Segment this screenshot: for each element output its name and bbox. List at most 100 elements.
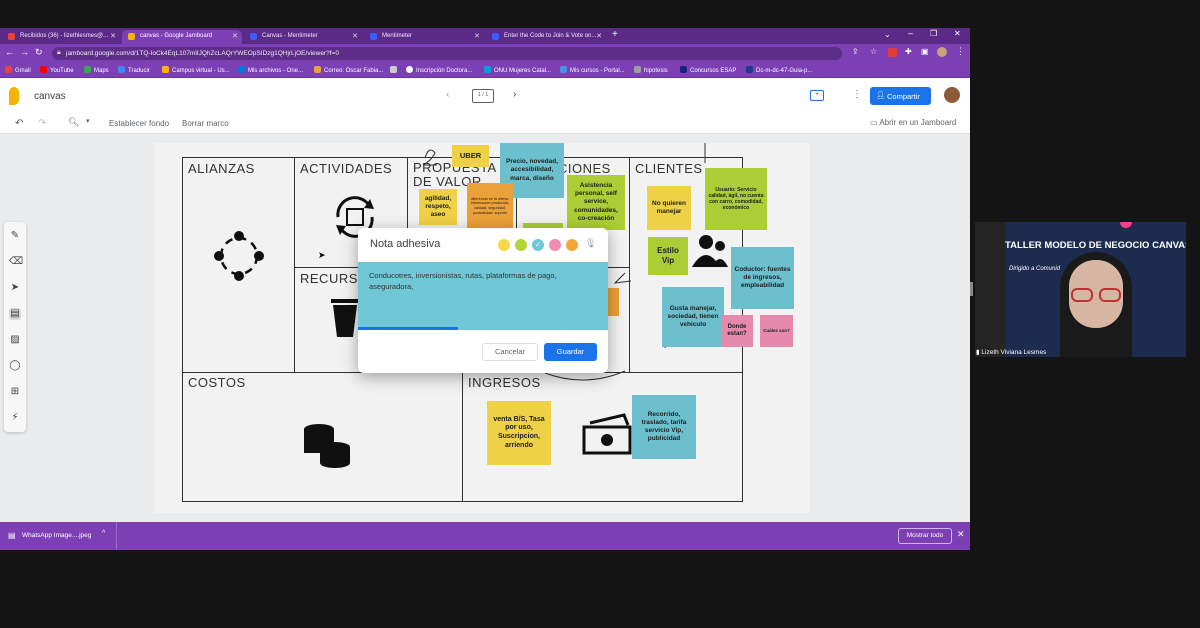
tab-gmail[interactable]: Recibidos (36) - lizethlesmes@... ✕ xyxy=(2,30,120,44)
color-swatch-green[interactable] xyxy=(515,239,527,251)
mouse-cursor-icon: ➤ xyxy=(318,250,326,260)
tab-title: Mentimeter xyxy=(382,33,413,39)
restore-button[interactable]: ❐ xyxy=(930,29,937,38)
close-icon[interactable]: ✕ xyxy=(474,32,480,40)
bookmark-hipotesis[interactable]: hipotesis xyxy=(634,66,668,74)
participant-video[interactable]: TALLER MODELO DE NEGOCIO CANVAS Dirigido… xyxy=(1005,222,1186,357)
back-icon[interactable]: ← xyxy=(5,47,14,57)
mic-off-icon[interactable]: 🎙︎ xyxy=(585,238,596,249)
bookmark-guia[interactable]: Dc-m-dc-47-Guia-p... xyxy=(746,66,812,74)
chevron-up-icon[interactable]: ^ xyxy=(102,530,105,537)
zoom-icon[interactable]: 🔍︎ xyxy=(68,117,79,128)
campus-icon xyxy=(162,66,169,73)
gmail-icon xyxy=(5,66,12,73)
user-avatar[interactable] xyxy=(944,87,960,103)
redo-icon[interactable]: ↷ xyxy=(38,118,46,129)
board-title[interactable]: canvas xyxy=(34,91,66,102)
color-swatch-orange[interactable] xyxy=(566,239,578,251)
mail-icon xyxy=(314,66,321,73)
note-text-area[interactable]: Conducotres, inversionistas, rutas, plat… xyxy=(358,262,608,330)
extensions-puzzle-icon[interactable]: ✚ xyxy=(905,47,912,56)
onedrive-icon xyxy=(238,66,245,73)
minimize-button[interactable]: – xyxy=(908,28,913,38)
url-field[interactable]: 🔒︎ jamboard.google.com/d/1TQ-IoCk4EqL107… xyxy=(52,47,842,60)
clear-frame-button[interactable]: Borrar marco xyxy=(182,119,229,128)
window-close-button[interactable]: ✕ xyxy=(954,29,961,38)
check-icon: ✓ xyxy=(534,240,542,249)
profile-avatar[interactable] xyxy=(937,47,947,57)
video-banner: TALLER MODELO DE NEGOCIO CANVAS xyxy=(1005,240,1186,251)
forward-icon[interactable]: → xyxy=(20,47,29,57)
bookmark-blank[interactable] xyxy=(390,66,400,74)
lock-icon: 🔒︎ xyxy=(57,49,61,56)
bookmark-star-icon[interactable]: ☆ xyxy=(870,47,877,56)
note-text: Conducotres, inversionistas, rutas, plat… xyxy=(369,271,557,292)
cancel-button[interactable]: Cancelar xyxy=(482,343,538,361)
bookmark-label: Mis cursos - Portal... xyxy=(570,68,625,74)
close-icon[interactable]: ✕ xyxy=(110,32,116,40)
tab-jamboard[interactable]: canvas - Google Jamboard ✕ xyxy=(122,30,242,44)
frame-counter[interactable]: 1 / 1 xyxy=(472,89,494,103)
color-swatch-yellow[interactable] xyxy=(498,239,510,251)
bookmark-inscripcion[interactable]: Inscripción Doctora... xyxy=(406,66,472,74)
signal-icon: ▮ xyxy=(976,349,980,356)
zoom-dropdown-icon[interactable]: ▾ xyxy=(86,117,90,125)
bookmark-campus[interactable]: Campus virtual - Us... xyxy=(162,66,230,74)
bookmark-onu[interactable]: ONU Mujeres Catal... xyxy=(484,66,551,74)
resize-handle[interactable] xyxy=(970,282,973,296)
mentimeter-icon xyxy=(250,33,257,40)
undo-icon[interactable]: ↶ xyxy=(15,118,23,129)
reload-icon[interactable]: ↻ xyxy=(35,47,43,58)
more-options-icon[interactable]: ⋮ xyxy=(852,89,862,100)
doc-icon xyxy=(746,66,753,73)
close-downloads-icon[interactable]: ✕ xyxy=(957,529,965,540)
video-subtitle: Dirigido a Comunid xyxy=(1009,266,1061,272)
tab-mentimeter[interactable]: Mentimeter ✕ xyxy=(364,30,484,44)
share-button[interactable]: 👤︎ Compartir xyxy=(870,87,931,105)
bookmark-maps[interactable]: Maps xyxy=(84,66,109,74)
color-swatch-blue[interactable]: ✓ xyxy=(532,239,544,251)
bookmark-label: YouTube xyxy=(50,68,74,74)
jamboard-icon xyxy=(128,33,135,40)
sidepanel-icon[interactable]: ▣ xyxy=(921,47,929,56)
color-swatch-pink[interactable] xyxy=(549,239,561,251)
text-progress-bar xyxy=(358,327,458,330)
bookmark-traducir[interactable]: Traducir xyxy=(118,66,150,74)
show-all-button[interactable]: Mostrar todo xyxy=(898,528,952,544)
next-frame-icon[interactable]: › xyxy=(513,89,516,100)
close-icon[interactable]: ✕ xyxy=(596,32,602,40)
gmail-icon xyxy=(8,33,15,40)
browser-menu-icon[interactable]: ⋮ xyxy=(956,46,965,57)
new-tab-button[interactable]: + xyxy=(612,29,618,40)
app-header: canvas ‹ 1 / 1 › + ⋮ 👤︎ Compartir xyxy=(0,78,970,114)
translate-icon xyxy=(118,66,125,73)
download-item[interactable]: ▤ WhatsApp Image....jpeg ^ xyxy=(0,522,117,550)
bookmark-correo[interactable]: Correo: Oscar Fabia... xyxy=(314,66,383,74)
tab-bar: Recibidos (36) - lizethlesmes@... ✕ canv… xyxy=(0,28,970,44)
open-in-jamboard-button[interactable]: ▭ Abrir en un Jamboard xyxy=(870,118,956,127)
bookmark-onedrive[interactable]: Mis archivos - One... xyxy=(238,66,303,74)
bookmark-mis-cursos[interactable]: Mis cursos - Portal... xyxy=(560,66,625,74)
url-text: jamboard.google.com/d/1TQ-IoCk4EqL107mlI… xyxy=(66,50,339,57)
bookmark-youtube[interactable]: YouTube xyxy=(40,66,74,74)
globe-icon xyxy=(406,66,413,73)
extension-icon[interactable] xyxy=(888,48,897,57)
close-icon[interactable]: ✕ xyxy=(352,32,358,40)
tab-menti-vote[interactable]: Enter the Code to Join & Vote on... ✕ xyxy=(486,30,606,44)
bookmark-gmail[interactable]: Gmail xyxy=(5,66,31,74)
jamboard-logo-icon xyxy=(9,87,19,105)
tab-mentimeter-canvas[interactable]: Canvas - Mentimeter ✕ xyxy=(244,30,362,44)
bookmark-label: Correo: Oscar Fabia... xyxy=(324,68,384,74)
save-button[interactable]: Guardar xyxy=(544,343,597,361)
present-icon[interactable]: + xyxy=(810,90,824,101)
tab-title: Recibidos (36) - lizethlesmes@... xyxy=(20,33,109,39)
share-page-icon[interactable]: ⇪ xyxy=(852,47,859,56)
set-background-button[interactable]: Establecer fondo xyxy=(109,119,169,128)
bookmark-esap[interactable]: Concursos ESAP xyxy=(680,66,736,74)
hipotesis-icon xyxy=(634,66,641,73)
glasses-right xyxy=(1099,288,1121,302)
esap-icon xyxy=(680,66,687,73)
tab-search-icon[interactable]: ⌄ xyxy=(884,30,891,39)
prev-frame-icon[interactable]: ‹ xyxy=(446,89,449,100)
close-icon[interactable]: ✕ xyxy=(232,32,238,40)
